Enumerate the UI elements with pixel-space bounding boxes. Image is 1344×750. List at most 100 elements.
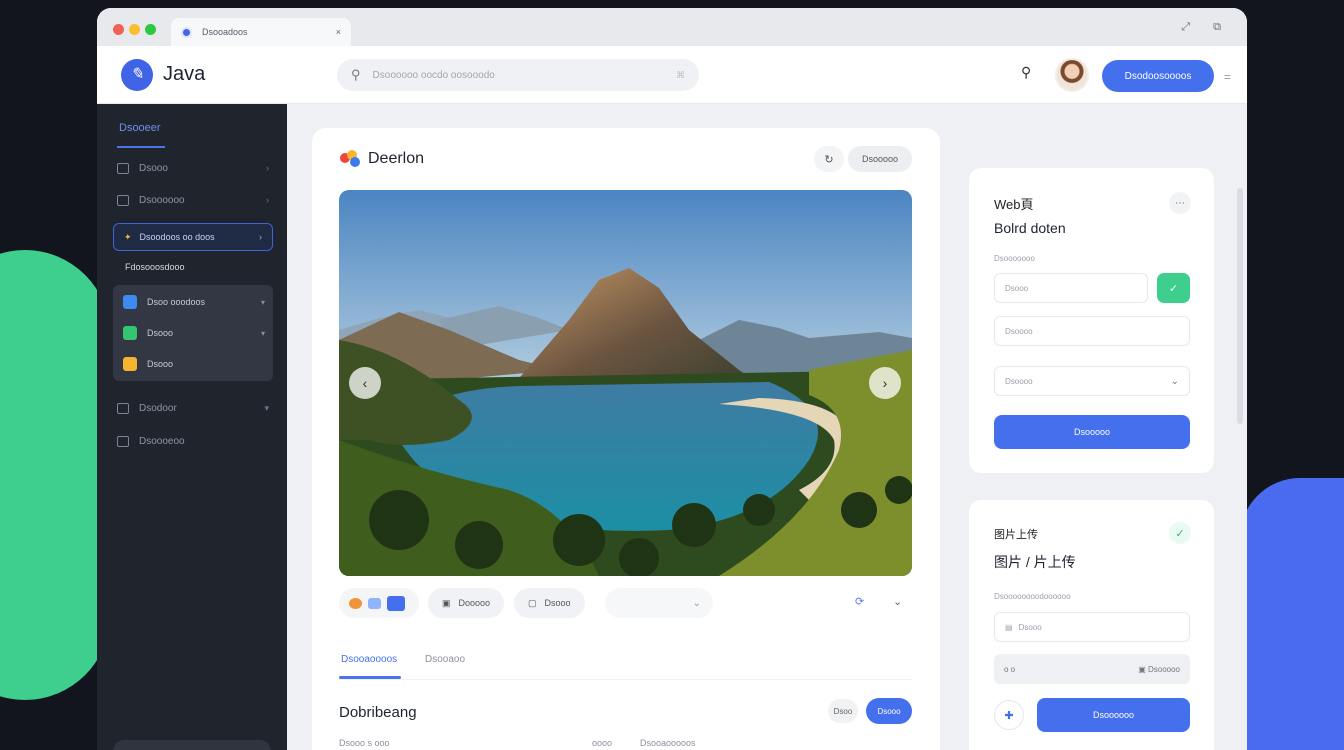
card-subtitle: Bolrd doten xyxy=(994,220,1066,236)
select-field[interactable]: Dsoooo ⌄ xyxy=(994,366,1190,396)
sidebar-item-4[interactable]: Dsoooeoo xyxy=(117,427,269,455)
landscape-image: ‹ › xyxy=(339,190,912,576)
text-field[interactable]: Dsooo xyxy=(994,273,1148,303)
select-value: Dsoooo xyxy=(1005,376,1033,386)
group-item-label: Dsooo xyxy=(147,328,174,338)
brand-name: Java xyxy=(163,63,206,85)
upload-field[interactable]: ▤ Dsooo xyxy=(994,612,1190,642)
tab-favicon-icon xyxy=(181,26,192,38)
image-swatch-icon[interactable] xyxy=(368,597,381,609)
sidebar-item-label: Dsodoor xyxy=(139,402,177,414)
sidebar-group: Dsoo ooodoos ▾ Dsooo ▾ Dsooo xyxy=(113,285,273,381)
row-cell-3: Dsooaooooos xyxy=(640,738,696,748)
sidebar-item-2[interactable]: Dsoooooo › xyxy=(117,186,269,214)
image-upload-card: 图片上传 图片 / 片上传 ✓ Dsoooooooodoooooo ▤ Dsoo… xyxy=(969,500,1214,750)
upload-button[interactable]: Dsoooooo xyxy=(1037,698,1190,732)
chevron-down-icon: ▾ xyxy=(260,297,265,307)
image-icon: ▣ xyxy=(1138,664,1148,674)
carousel-next-button[interactable]: › xyxy=(869,367,901,399)
orange-swatch-icon[interactable] xyxy=(349,597,362,609)
media-toolbar: ▣ Dooooo ▢ Dsooo ⌄ ⟳ ⌄ xyxy=(339,588,912,618)
video-swatch-icon[interactable] xyxy=(387,595,405,611)
header-search-icon[interactable]: ⚲ xyxy=(1021,64,1031,81)
shortcut-icon: ⌘ xyxy=(676,69,685,80)
app-header: ✎ Java ⚲ Dsoooooo oocdo oosooodo ⌘ ⚲ Dso… xyxy=(97,46,1247,104)
chevron-down-icon: ▾ xyxy=(264,402,269,413)
document-icon xyxy=(117,194,129,206)
group-item-label: Dsooo xyxy=(147,359,174,369)
card-title: 图片上传 xyxy=(994,529,1038,541)
text-field-2[interactable]: Dsoooo xyxy=(994,316,1190,346)
row-cell-1: Dsooo s ooo xyxy=(339,738,390,748)
folder-icon xyxy=(117,162,129,174)
file-info-field[interactable]: o o ▣ Dsooooo xyxy=(994,654,1190,684)
app-logo-icon[interactable]: ✎ xyxy=(121,59,153,91)
sidebar-item-3[interactable]: Dsodoor ▾ xyxy=(117,394,269,422)
card-title: Web頁 xyxy=(994,197,1034,212)
share-icon[interactable]: ⟳ xyxy=(855,595,864,608)
chip-label: Dooooo xyxy=(458,598,491,608)
sidebar-group-item-3[interactable]: Dsooo xyxy=(123,353,265,375)
sidebar-item-active[interactable]: ✦ Dsoodoos oo doos › xyxy=(113,223,273,251)
content-tabs: Dsooaoooos Dsooaoo xyxy=(339,648,912,680)
sidebar: Dsooeer Dsooo › Dsoooooo › ✦ Dsoodoos oo… xyxy=(97,104,287,750)
carousel-prev-button[interactable]: ‹ xyxy=(349,367,381,399)
more-icon[interactable]: ⋯ xyxy=(1169,192,1191,214)
menu-icon[interactable]: = xyxy=(1224,70,1231,84)
backdrop-green-shape xyxy=(0,250,110,700)
field-value: Dsoooo xyxy=(1005,326,1033,336)
toolbar-chip-1[interactable]: ▣ Dooooo xyxy=(428,588,505,618)
search-input[interactable]: ⚲ Dsoooooo oocdo oosooodo ⌘ xyxy=(337,59,699,91)
checkbox-icon[interactable] xyxy=(123,295,137,309)
sidebar-group-item-1[interactable]: Dsoo ooodoos ▾ xyxy=(123,291,265,313)
chevron-right-icon: › xyxy=(259,232,262,242)
checkbox-icon[interactable] xyxy=(123,326,137,340)
chevron-down-icon[interactable]: ⌄ xyxy=(893,595,902,608)
sidebar-item-label: Dsooo xyxy=(139,162,168,174)
card-pill-button[interactable]: Dsooooo xyxy=(848,146,912,172)
file-info-right: ▣ Dsooooo xyxy=(1138,664,1180,674)
scrollbar[interactable] xyxy=(1237,188,1243,424)
maximize-window-button[interactable] xyxy=(145,24,156,35)
sidebar-heading[interactable]: Dsooeer xyxy=(119,122,161,134)
field-label: Dsoooooooodoooooo xyxy=(994,592,1071,601)
field-value: Dsooo xyxy=(1018,622,1042,632)
chevron-right-icon: › xyxy=(266,195,269,205)
tab-comments[interactable]: Dsooaoo xyxy=(425,654,465,665)
section-primary-button[interactable]: Dsooo xyxy=(866,698,912,724)
minimize-window-button[interactable] xyxy=(129,24,140,35)
user-avatar[interactable] xyxy=(1055,58,1089,92)
card-subtitle: 图片 / 片上传 xyxy=(994,554,1076,570)
window-controls-icon[interactable]: ⤢ ⧉ xyxy=(1181,21,1231,34)
section-ghost-button[interactable]: Dsoo xyxy=(828,699,858,723)
check-icon: ✓ xyxy=(1169,522,1191,544)
tab-title: Dsooadoos xyxy=(202,27,248,37)
sidebar-group-item-2[interactable]: Dsooo ▾ xyxy=(123,322,265,344)
header-primary-button[interactable]: Dsodoosoooos xyxy=(1102,60,1214,92)
sidebar-item-label: Dsoodoos oo doos xyxy=(139,232,215,242)
close-window-button[interactable] xyxy=(113,24,124,35)
search-icon: ⚲ xyxy=(351,67,361,82)
card-submit-button[interactable]: Dsooooo xyxy=(994,415,1190,449)
tab-details[interactable]: Dsooaoooos xyxy=(341,654,397,665)
sidebar-item-1[interactable]: Dsooo › xyxy=(117,154,269,182)
toolbar-select[interactable]: ⌄ xyxy=(605,588,713,618)
bolt-icon: ✦ xyxy=(124,231,132,242)
search-placeholder: Dsoooooo oocdo oosooodo xyxy=(372,69,495,81)
group-item-label: Dsoo ooodoos xyxy=(147,297,206,307)
confirm-button[interactable]: ✓ xyxy=(1157,273,1190,303)
file-info-left: o o xyxy=(1004,664,1016,674)
color-swatch-group[interactable] xyxy=(339,588,419,618)
browser-tab[interactable]: Dsooadoos × xyxy=(171,18,351,46)
backdrop-blue-shape xyxy=(1240,478,1344,750)
frame-icon: ▢ xyxy=(528,597,537,608)
add-icon[interactable]: ✚ xyxy=(994,700,1024,730)
sidebar-footer[interactable] xyxy=(113,740,271,750)
checkbox-icon[interactable] xyxy=(123,357,137,371)
tab-close-icon[interactable]: × xyxy=(336,27,341,37)
section-title: Dobribeang xyxy=(339,704,417,721)
image-icon: ▣ xyxy=(442,597,451,608)
toolbar-chip-2[interactable]: ▢ Dsooo xyxy=(514,588,585,618)
refresh-icon[interactable]: ↻ xyxy=(814,146,844,172)
web-settings-card: Web頁 Bolrd doten ⋯ Dsooooooo Dsooo ✓ Dso… xyxy=(969,168,1214,473)
